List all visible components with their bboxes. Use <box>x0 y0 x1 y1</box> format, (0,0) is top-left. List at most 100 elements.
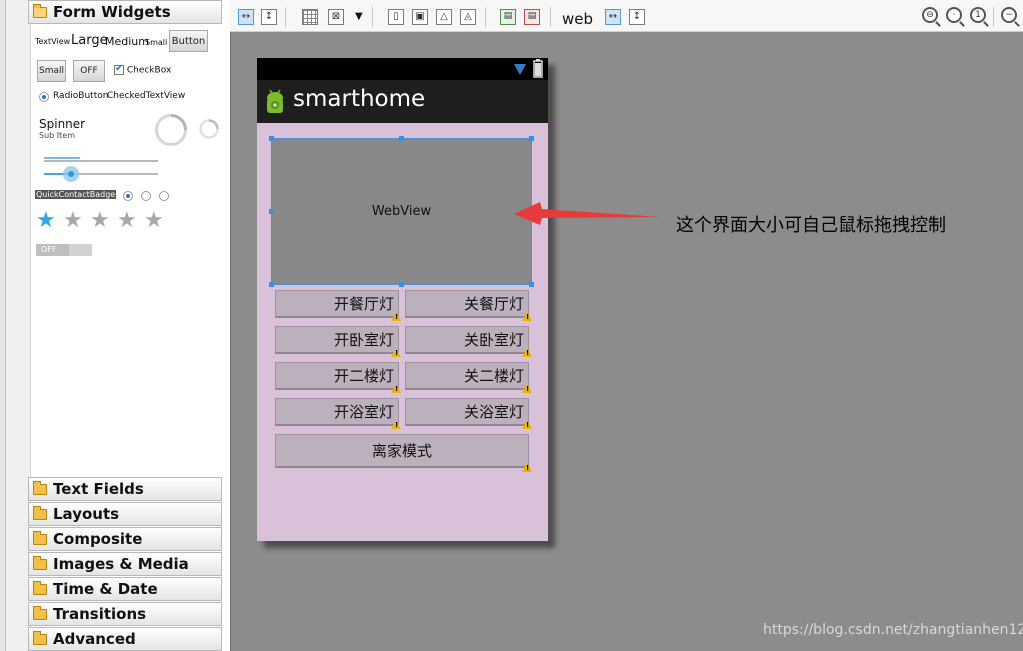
widget-toggle-button[interactable]: OFF <box>73 60 105 82</box>
widget-textview-small[interactable]: TextView <box>35 37 70 46</box>
button-bathroom-off[interactable]: 关浴室灯 <box>405 398 529 426</box>
widget-switch[interactable]: OFF <box>36 244 92 256</box>
watermark: https://blog.csdn.net/zhangtianhen12 <box>763 622 1023 638</box>
dropdown-arrow-icon[interactable]: ▼ <box>355 11 363 22</box>
button-bedroom-on[interactable]: 开卧室灯 <box>275 326 399 354</box>
snap-icon[interactable]: ⊠ <box>328 9 344 25</box>
button-upstairs-on[interactable]: 开二楼灯 <box>275 362 399 390</box>
category-layouts[interactable]: Layouts <box>28 502 222 526</box>
add-row-icon[interactable]: ▤ <box>500 9 516 25</box>
widget-small-button[interactable]: Small <box>37 60 66 82</box>
fill-height-icon[interactable]: ↕ <box>261 9 277 25</box>
fill-width-icon[interactable]: ↔ <box>238 9 254 25</box>
warning-icon <box>522 463 532 472</box>
star-empty-icon: ★ <box>144 208 164 233</box>
zoom-out-icon[interactable]: − <box>1001 7 1017 23</box>
button-dining-off[interactable]: 关餐厅灯 <box>405 290 529 318</box>
category-label: Form Widgets <box>53 3 171 21</box>
star-empty-icon: ★ <box>90 208 110 233</box>
folder-icon <box>33 630 47 645</box>
button-bedroom-off[interactable]: 关卧室灯 <box>405 326 529 354</box>
warning-icon <box>391 384 401 393</box>
button-away-mode[interactable]: 离家模式 <box>275 434 529 468</box>
warning-icon <box>522 420 532 429</box>
widget-checked-textview[interactable]: CheckedTextView <box>107 91 185 101</box>
radio-checked-icon[interactable] <box>123 191 133 201</box>
warning-icon <box>391 312 401 321</box>
webview-label: WebView <box>371 204 432 219</box>
category-label: Transitions <box>53 605 147 623</box>
button-bathroom-on[interactable]: 开浴室灯 <box>275 398 399 426</box>
folder-icon <box>33 555 47 570</box>
resize-handle[interactable] <box>399 282 404 287</box>
progress-small-arc <box>208 119 219 130</box>
annotation-text: 这个界面大小可自己鼠标拖拽控制 <box>676 215 946 236</box>
zoom-real-icon[interactable]: · <box>946 7 962 23</box>
action-bar: smarthome <box>257 80 548 123</box>
widget-large-text[interactable]: Large <box>71 33 108 48</box>
category-composite[interactable]: Composite <box>28 527 222 551</box>
fill-width-icon[interactable]: ↔ <box>605 9 621 25</box>
radio-unchecked-icon[interactable] <box>159 191 169 201</box>
widget-button[interactable]: Button <box>169 30 208 52</box>
layout-toolbar: ↔ ↕ ⊠ ▼ ▯ ▣ △ ◬ ▤ ▤ web ↔ ↕ ⊖ · 1 − <box>230 0 1023 32</box>
app-title: smarthome <box>293 86 426 112</box>
margin-icon[interactable]: ▯ <box>388 9 404 25</box>
resize-handle[interactable] <box>269 209 274 214</box>
wifi-icon <box>514 64 526 75</box>
widget-medium-text[interactable]: Medium <box>105 35 149 48</box>
checkbox-checked-icon <box>114 63 124 75</box>
category-form-widgets[interactable]: Form Widgets <box>28 0 222 24</box>
widget-radio-button[interactable]: RadioButton <box>53 91 108 101</box>
button-upstairs-off[interactable]: 关二楼灯 <box>405 362 529 390</box>
resize-handle[interactable] <box>529 282 534 287</box>
resize-handle[interactable] <box>269 136 274 141</box>
star-empty-icon: ★ <box>63 208 83 233</box>
baseline-icon[interactable]: ◬ <box>460 9 476 25</box>
category-transitions[interactable]: Transitions <box>28 602 222 626</box>
category-label: Advanced <box>53 630 136 648</box>
toolbar-separator <box>485 7 486 27</box>
show-grid-icon[interactable] <box>302 9 318 25</box>
warning-icon <box>522 348 532 357</box>
toggle-label: OFF <box>80 66 98 76</box>
webview-component[interactable]: WebView <box>271 138 532 285</box>
zoom-fit-icon[interactable]: ⊖ <box>922 7 938 23</box>
widget-small-text[interactable]: Small <box>145 38 167 47</box>
warning-icon <box>391 348 401 357</box>
gravity-icon[interactable]: △ <box>436 9 452 25</box>
progress-spinners[interactable] <box>153 112 223 148</box>
radio-unchecked-icon[interactable] <box>141 191 151 201</box>
toolbar-separator <box>372 7 373 27</box>
resize-handle[interactable] <box>399 136 404 141</box>
resize-handle[interactable] <box>529 136 534 141</box>
fill-height-icon[interactable]: ↕ <box>629 9 645 25</box>
padding-icon[interactable]: ▣ <box>412 9 428 25</box>
checkbox-label: CheckBox <box>126 65 172 76</box>
layout-content[interactable]: WebView 开餐厅灯 关餐厅灯 开卧室灯 关卧室灯 开二楼灯 关二楼灯 开浴… <box>257 123 548 541</box>
warning-icon <box>522 384 532 393</box>
progress-and-seek-bars[interactable] <box>40 152 165 186</box>
folder-open-icon <box>33 3 47 18</box>
folder-icon <box>33 505 47 520</box>
category-time-date[interactable]: Time & Date <box>28 577 222 601</box>
widget-spinner[interactable]: Spinner <box>39 117 85 131</box>
widget-checkbox[interactable]: CheckBox <box>114 63 172 76</box>
warning-icon <box>391 420 401 429</box>
web-selector-label[interactable]: web <box>562 10 593 28</box>
folder-icon <box>33 480 47 495</box>
category-text-fields[interactable]: Text Fields <box>28 477 222 501</box>
device-preview: smarthome WebView 开餐厅灯 关餐厅灯 开卧室灯 关卧室灯 开二… <box>257 58 548 541</box>
button-dining-on[interactable]: 开餐厅灯 <box>275 290 399 318</box>
zoom-100-icon[interactable]: 1 <box>970 7 986 23</box>
folder-icon <box>33 605 47 620</box>
android-logo-icon <box>267 89 283 113</box>
radio-checked-icon[interactable] <box>39 92 49 102</box>
resize-handle[interactable] <box>269 282 274 287</box>
category-images-media[interactable]: Images & Media <box>28 552 222 576</box>
widget-quick-contact-badge[interactable]: QuickContactBadge <box>35 190 117 199</box>
battery-icon <box>533 59 543 78</box>
remove-row-icon[interactable]: ▤ <box>524 9 540 25</box>
spinner-sub-item: Sub Item <box>39 131 75 140</box>
category-advanced[interactable]: Advanced <box>28 627 222 651</box>
